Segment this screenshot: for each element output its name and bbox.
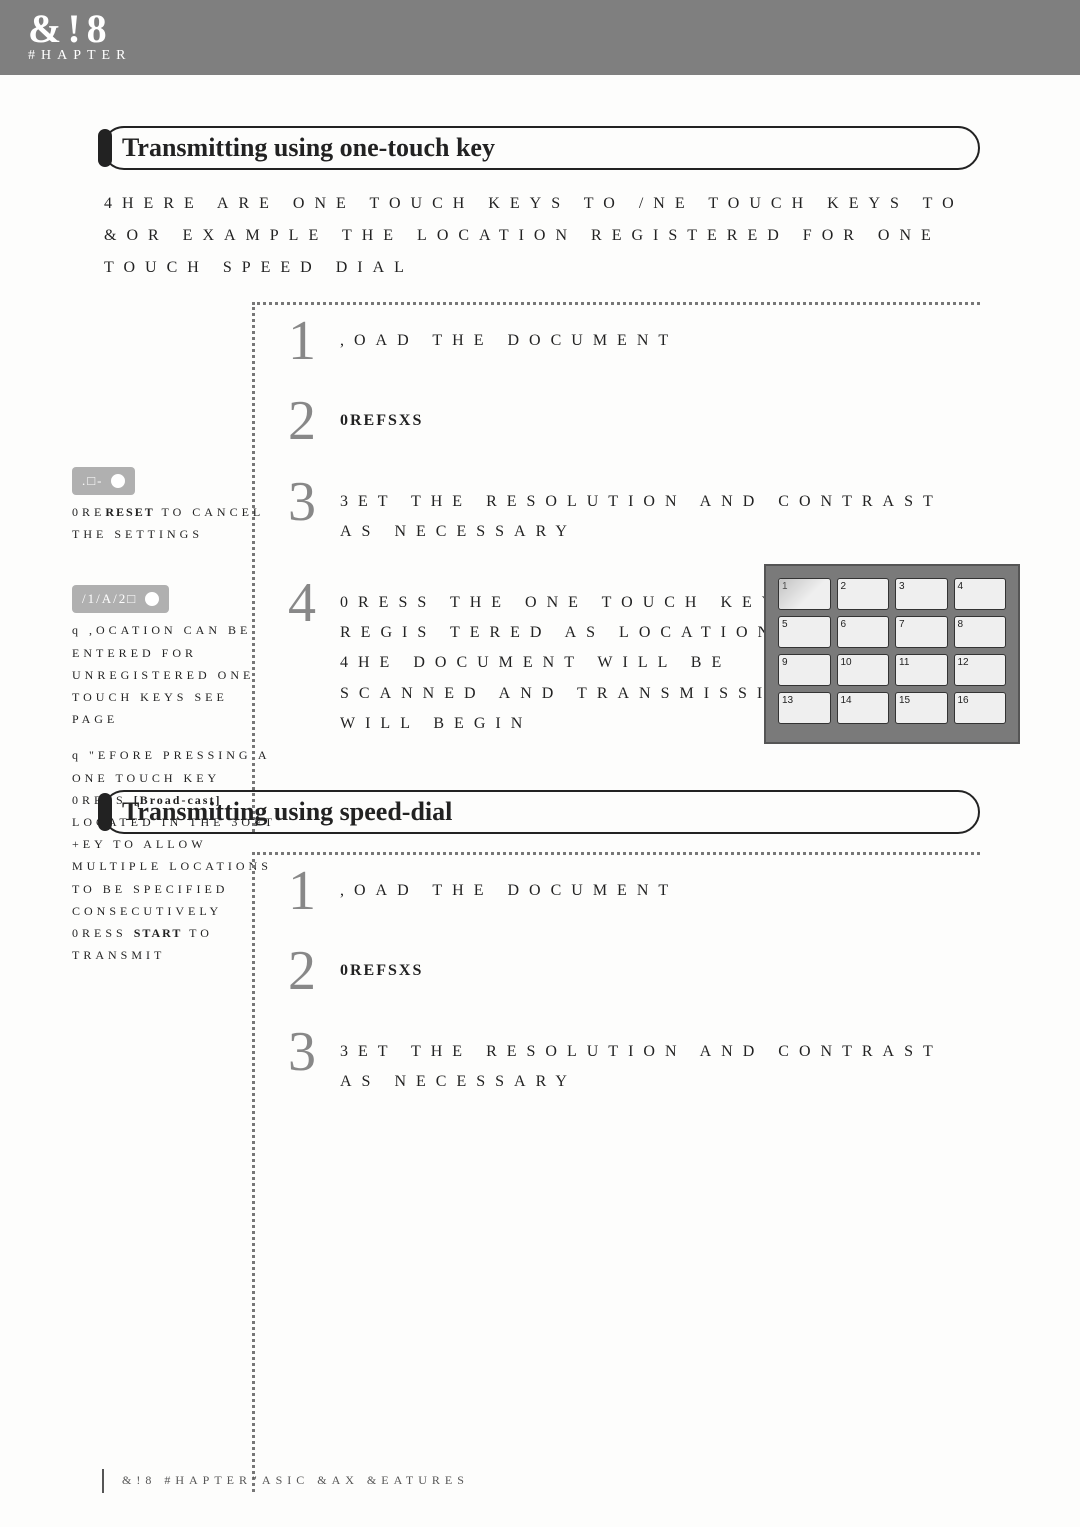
- key-6: 6: [837, 616, 890, 648]
- step-text: 0REFSXS: [340, 396, 423, 436]
- section2-body: 1 ,OAD THE DOCUMENT 2 0REFSXS 3 3ET THE …: [102, 852, 980, 1412]
- section1-intro: 4HERE ARE ONE TOUCH KEYS TO /NE TOUCH KE…: [102, 188, 980, 284]
- keypad-illustration: 1 2 3 4 5 6 7 8 9 10 11 12 13 14 15 16: [764, 564, 1020, 744]
- step-number: 4: [282, 578, 322, 628]
- key-3: 3: [895, 578, 948, 610]
- step-number: 3: [282, 1027, 322, 1077]
- dotted-border-top: [252, 302, 980, 305]
- step-3: 3 3ET THE RESOLUTION AND CONTRAST AS NEC…: [282, 477, 980, 548]
- key-9: 9: [778, 654, 831, 686]
- section-title-speed-dial: Transmitting using speed-dial: [102, 790, 980, 834]
- dotted-border-top: [252, 852, 980, 855]
- step-1: 1 ,OAD THE DOCUMENT: [282, 316, 980, 366]
- key-5: 5: [778, 616, 831, 648]
- step-2: 2 0REFSXS: [282, 396, 980, 446]
- step-1: 1 ,OAD THE DOCUMENT: [282, 866, 980, 916]
- key-15: 15: [895, 692, 948, 724]
- key-7: 7: [895, 616, 948, 648]
- note-text: 0RERESET TO CANCEL THE SETTINGS: [72, 501, 277, 545]
- section1-body: 1 ,OAD THE DOCUMENT 2 0REFSXS 3 3ET THE …: [102, 302, 980, 832]
- note-tip-1: q ,OCATION CAN BE ENTERED FOR UNREGISTER…: [72, 619, 277, 730]
- header-chapter: #HAPTER: [28, 48, 1080, 64]
- step-text: 3ET THE RESOLUTION AND CONTRAST AS NECES…: [340, 477, 980, 548]
- step-number: 1: [282, 316, 322, 366]
- section-title-text: Transmitting using one-touch key: [122, 133, 495, 163]
- key-8: 8: [954, 616, 1007, 648]
- section2-steps: 1 ,OAD THE DOCUMENT 2 0REFSXS 3 3ET THE …: [282, 866, 980, 1128]
- tip-pill: /1/A/2□: [72, 585, 169, 613]
- key-2: 2: [837, 578, 890, 610]
- step-number: 1: [282, 866, 322, 916]
- section-speed-dial: Transmitting using speed-dial 1 ,OAD THE…: [102, 790, 980, 1412]
- step-text: 3ET THE RESOLUTION AND CONTRAST AS NECES…: [340, 1027, 980, 1098]
- key-16: 16: [954, 692, 1007, 724]
- pill-label: /1/A/2□: [82, 587, 137, 611]
- step-3: 3 3ET THE RESOLUTION AND CONTRAST AS NEC…: [282, 1027, 980, 1098]
- step-text: 0REFSXS: [340, 946, 423, 986]
- key-13: 13: [778, 692, 831, 724]
- step-2: 2 0REFSXS: [282, 946, 980, 996]
- key-11: 11: [895, 654, 948, 686]
- key-12: 12: [954, 654, 1007, 686]
- page-footer: &!8 #HAPTER"ASIC &AX &EATURES: [102, 1469, 469, 1493]
- reset-bold: RESET: [105, 505, 154, 519]
- page-header: &!8 #HAPTER: [0, 0, 1080, 75]
- step-text: 0RESS THE ONE TOUCH KEY REGIS TERED AS L…: [340, 578, 820, 740]
- step-text: ,OAD THE DOCUMENT: [340, 316, 678, 356]
- dotted-border-left: [252, 852, 255, 1492]
- keypad-grid: 1 2 3 4 5 6 7 8 9 10 11 12 13 14 15 16: [778, 578, 1006, 724]
- step-number: 2: [282, 396, 322, 446]
- pill-dot-icon: [111, 474, 125, 488]
- key-10: 10: [837, 654, 890, 686]
- note-memo: .□- 0RERESET TO CANCEL THE SETTINGS: [72, 467, 277, 545]
- pill-label: .□-: [82, 469, 103, 493]
- pill-dot-icon: [145, 592, 159, 606]
- step-number: 2: [282, 946, 322, 996]
- step-text: ,OAD THE DOCUMENT: [340, 866, 678, 906]
- key-4: 4: [954, 578, 1007, 610]
- section-title-text: Transmitting using speed-dial: [122, 797, 452, 827]
- section-one-touch: Transmitting using one-touch key 4HERE A…: [102, 126, 980, 832]
- footer-bar-icon: [102, 1469, 104, 1493]
- footer-text: &!8 #HAPTER"ASIC &AX &EATURES: [122, 1473, 469, 1487]
- memo-pill: .□-: [72, 467, 135, 495]
- key-1: 1: [778, 578, 831, 610]
- section-title-one-touch: Transmitting using one-touch key: [102, 126, 980, 170]
- key-14: 14: [837, 692, 890, 724]
- header-code: &!8: [28, 5, 1080, 52]
- step-number: 3: [282, 477, 322, 527]
